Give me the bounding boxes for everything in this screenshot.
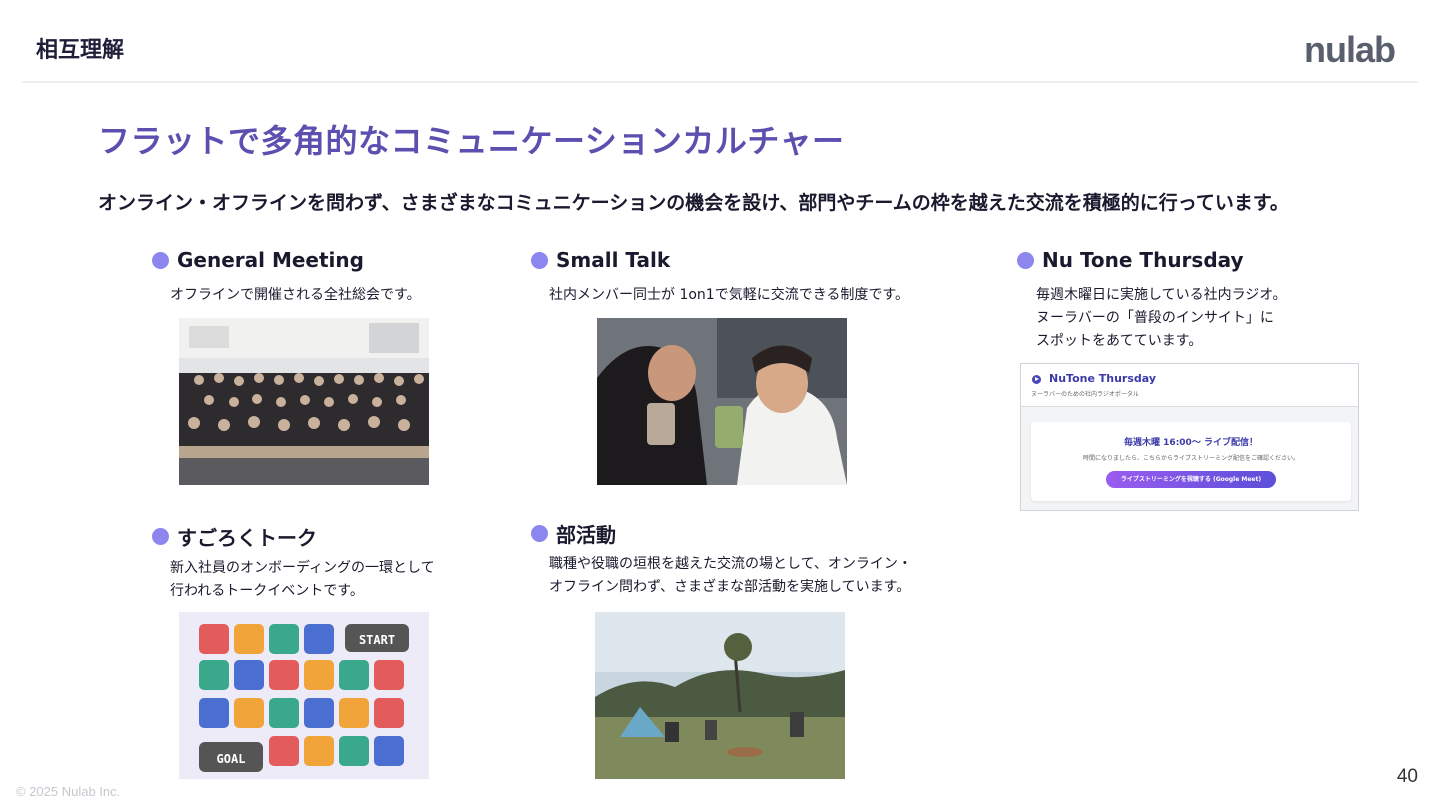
club-activity-photo (595, 612, 845, 779)
small-talk-heading: Small Talk (531, 248, 670, 272)
slide-subtitle: オンライン・オフラインを問わず、さまざまなコミュニケーションの機会を設け、部門や… (98, 192, 1289, 214)
nutone-schedule: 毎週木曜 16:00〜 ライブ配信！ (1124, 438, 1258, 448)
nutone-description-line: スポットをあてています。 (1036, 333, 1203, 349)
page-header-title: 相互理解 (36, 38, 125, 63)
sugoroku-title: すごろくトーク (177, 526, 317, 550)
small-talk-description: 社内メンバー同士が 1on1で気軽に交流できる制度です。 (549, 287, 910, 303)
nutone-description: 毎週木曜日に実施している社内ラジオ。 ヌーラバーの「普段のインサイト」に スポッ… (1036, 284, 1286, 353)
nutone-heading: Nu Tone Thursday (1017, 248, 1244, 272)
sugoroku-description-line: 新入社員のオンボーディングの一環として (170, 560, 435, 576)
nutone-note: 時間になりましたら、こちらからライブストリーミング配信をご確認ください。 (1082, 455, 1299, 462)
header-divider (22, 81, 1418, 83)
club-description-line: 職種や役職の垣根を越えた交流の場として、オンライン・ (549, 556, 912, 572)
club-title: 部活動 (556, 523, 616, 547)
sugoroku-heading: すごろくトーク (152, 522, 317, 551)
bullet-icon (531, 251, 548, 269)
bullet-icon (531, 525, 548, 542)
general-meeting-photo (179, 318, 429, 485)
club-description: 職種や役職の垣根を越えた交流の場として、オンライン・ オフライン問わず、さまざま… (549, 553, 912, 599)
nutone-portal-panel: 毎週木曜 16:00〜 ライブ配信！ 時間になりましたら、こちらからライブストリ… (1031, 422, 1351, 501)
nutone-portal-header: NuTone Thursday ヌーラバーのための社内ラジオポータル (1021, 364, 1358, 407)
small-talk-photo (597, 318, 847, 485)
sugoroku-description-line: 行われるトークイベントです。 (170, 583, 364, 599)
svg-text:nulab: nulab (1304, 29, 1395, 68)
sugoroku-board-image: START GOAL (179, 612, 429, 779)
nutone-portal-subtitle: ヌーラバーのための社内ラジオポータル (1031, 391, 1139, 398)
bullet-icon (1017, 251, 1034, 269)
nutone-portal-screenshot: NuTone Thursday ヌーラバーのための社内ラジオポータル 毎週木曜 … (1020, 363, 1359, 511)
nutone-title: Nu Tone Thursday (1042, 248, 1244, 272)
club-description-line: オフライン問わず、さまざまな部活動を実施しています。 (549, 579, 911, 595)
nutone-description-line: 毎週木曜日に実施している社内ラジオ。 (1036, 287, 1287, 303)
copyright: © 2025 Nulab Inc. (16, 784, 121, 799)
slide-title: フラットで多角的なコミュニケーションカルチャー (98, 122, 845, 160)
bullet-icon (152, 251, 169, 269)
watch-stream-button: ライブストリーミングを視聴する (Google Meet) (1106, 471, 1276, 488)
nulab-logo: nulab (1304, 29, 1396, 68)
general-meeting-heading: General Meeting (152, 248, 364, 272)
general-meeting-description: オフラインで開催される全社総会です。 (170, 287, 421, 303)
club-heading: 部活動 (531, 519, 616, 548)
nutone-description-line: ヌーラバーの「普段のインサイト」に (1036, 310, 1274, 326)
svg-text:START: START (359, 633, 395, 647)
general-meeting-title: General Meeting (177, 248, 364, 272)
page-number: 40 (1396, 766, 1418, 787)
bullet-icon (152, 528, 169, 545)
sugoroku-description: 新入社員のオンボーディングの一環として 行われるトークイベントです。 (170, 557, 435, 603)
play-icon (1032, 375, 1041, 384)
svg-text:GOAL: GOAL (217, 752, 246, 766)
nutone-portal-title: NuTone Thursday (1049, 372, 1157, 385)
small-talk-title: Small Talk (556, 248, 671, 272)
